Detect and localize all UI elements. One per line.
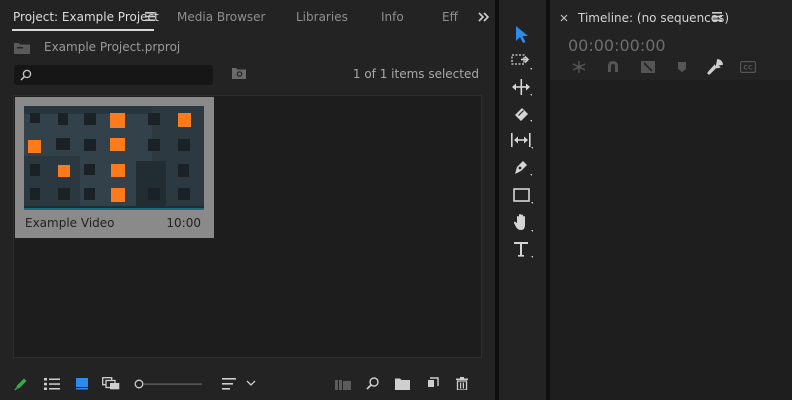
add-marker-icon <box>677 61 687 73</box>
razor-tool-icon[interactable] <box>512 104 532 124</box>
list-view-icon[interactable] <box>44 378 60 390</box>
folder-up-icon[interactable] <box>14 42 30 54</box>
new-item-icon[interactable] <box>426 377 439 390</box>
ripple-edit-tool-icon[interactable] <box>511 78 533 98</box>
zoom-slider[interactable] <box>134 379 204 389</box>
tabs-overflow-icon[interactable] <box>478 12 490 22</box>
track-select-tool-icon[interactable] <box>511 52 533 72</box>
tab-effects[interactable]: Eff <box>442 0 458 34</box>
search-input[interactable] <box>36 66 208 84</box>
clip-usage-bar <box>24 208 204 210</box>
search-icon <box>20 69 32 81</box>
tab-media-browser[interactable]: Media Browser <box>177 0 265 34</box>
svg-text:CC: CC <box>743 64 753 72</box>
linked-selection-icon <box>640 60 656 74</box>
nest-sequences-icon <box>571 60 587 74</box>
project-panel-tabs: Project: Example Project Media Browser L… <box>0 0 495 34</box>
panel-menu-icon[interactable] <box>145 12 155 21</box>
pen-tool-icon[interactable] <box>512 158 532 178</box>
type-tool-icon[interactable] <box>512 240 534 260</box>
automate-to-sequence-icon[interactable] <box>335 378 351 390</box>
selection-status: 1 of 1 items selected <box>352 67 479 81</box>
timeline-menu-icon[interactable] <box>712 12 722 21</box>
project-file-name: Example Project.prproj <box>44 40 181 54</box>
clip-thumbnail-image <box>24 106 204 210</box>
clip-name: Example Video <box>25 216 115 230</box>
wrench-icon[interactable] <box>707 59 723 75</box>
playhead-timecode[interactable]: 00:00:00:00 <box>568 36 666 55</box>
find-icon[interactable] <box>366 377 379 390</box>
timeline-tab-title[interactable]: Timeline: (no sequences) <box>578 11 729 25</box>
hand-tool-icon[interactable] <box>512 212 534 234</box>
trash-icon[interactable] <box>456 377 468 390</box>
rectangle-tool-icon[interactable] <box>512 186 534 206</box>
clip-duration: 10:00 <box>166 216 201 230</box>
freeform-view-icon[interactable] <box>102 377 120 390</box>
slip-tool-icon[interactable] <box>510 131 534 151</box>
selection-tool-icon[interactable] <box>513 24 531 44</box>
new-bin-icon[interactable] <box>395 378 410 390</box>
active-tab-underline <box>12 29 154 31</box>
tab-info[interactable]: Info <box>381 0 404 34</box>
close-icon[interactable] <box>560 14 568 22</box>
find-in-bin-icon[interactable] <box>232 67 246 79</box>
timeline-track-area[interactable] <box>550 80 792 400</box>
icon-view-icon[interactable] <box>76 378 88 390</box>
project-search-field[interactable] <box>14 65 213 85</box>
tab-libraries[interactable]: Libraries <box>296 0 348 34</box>
sort-icons-icon[interactable] <box>222 378 236 390</box>
snap-icon <box>606 60 620 74</box>
pencil-icon[interactable] <box>14 377 28 391</box>
chevron-down-icon[interactable] <box>246 380 256 387</box>
captions-icon: CC <box>740 61 756 73</box>
